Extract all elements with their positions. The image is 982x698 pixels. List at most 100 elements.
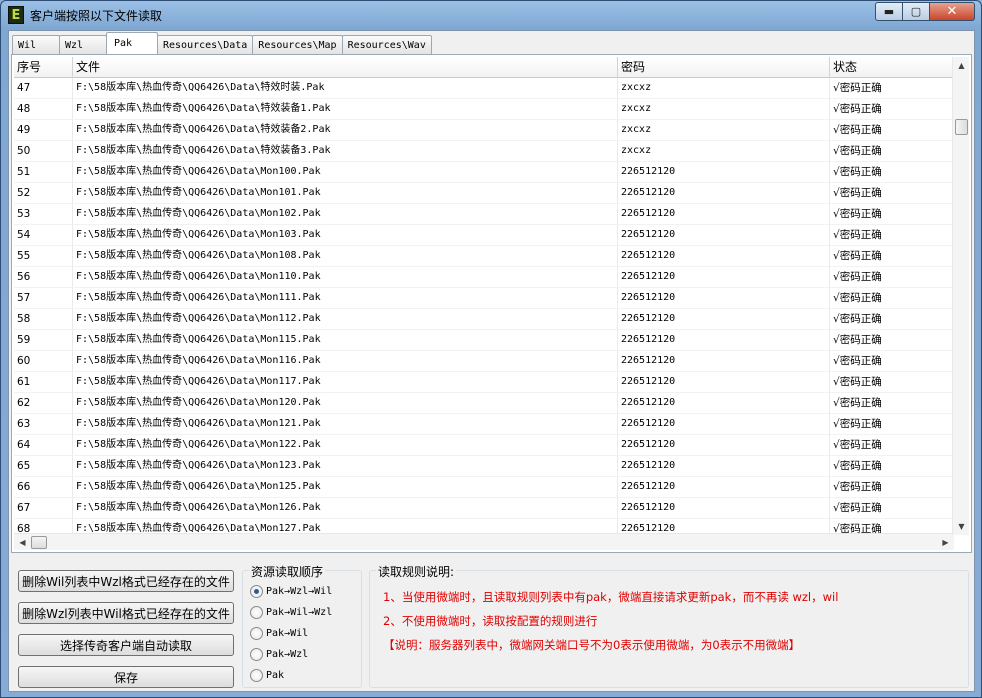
cell-file: F:\58版本库\热血传奇\QQ6426\Data\Mon100.Pak xyxy=(73,162,618,183)
horizontal-scrollbar[interactable]: ◀ ▶ xyxy=(14,533,954,550)
cell-index: 52 xyxy=(14,183,73,204)
table-row[interactable]: 60 F:\58版本库\热血传奇\QQ6426\Data\Mon116.Pak 22… xyxy=(14,351,954,372)
table-row[interactable]: 58 F:\58版本库\热血传奇\QQ6426\Data\Mon112.Pak 22… xyxy=(14,309,954,330)
table-row[interactable]: 54 F:\58版本库\热血传奇\QQ6426\Data\Mon103.Pak 22… xyxy=(14,225,954,246)
cell-status: √密码正确 xyxy=(830,141,954,162)
file-list-table[interactable]: 序号 文件 密码 状态 47 F:\58版本库\热血传奇\QQ6426\Data\… xyxy=(14,57,954,535)
cell-status: √密码正确 xyxy=(830,120,954,141)
cell-password: 226512120 xyxy=(618,498,830,519)
cell-index: 61 xyxy=(14,372,73,393)
window-controls: ▬ ▢ ✕ xyxy=(875,2,975,21)
select-client-auto-read-button[interactable]: 选择传奇客户端自动读取 xyxy=(18,634,234,656)
table-row[interactable]: 61 F:\58版本库\热血传奇\QQ6426\Data\Mon117.Pak 22… xyxy=(14,372,954,393)
radio-button-icon[interactable] xyxy=(250,584,263,598)
cell-index: 65 xyxy=(14,456,73,477)
scroll-up-icon[interactable]: ▲ xyxy=(953,57,970,74)
table-row[interactable]: 63 F:\58版本库\热血传奇\QQ6426\Data\Mon121.Pak 22… xyxy=(14,414,954,435)
read-order-option-label: Pak→Wil→Wzl xyxy=(266,606,333,618)
read-order-option[interactable]: Pak→Wil xyxy=(250,625,308,641)
table-row[interactable]: 66 F:\58版本库\热血传奇\QQ6426\Data\Mon125.Pak 22… xyxy=(14,477,954,498)
table-row[interactable]: 64 F:\58版本库\热血传奇\QQ6426\Data\Mon122.Pak 22… xyxy=(14,435,954,456)
window-title: 客户端按照以下文件读取 xyxy=(30,8,163,23)
cell-index: 53 xyxy=(14,204,73,225)
column-header-file[interactable]: 文件 xyxy=(73,57,618,78)
title-bar[interactable]: E 客户端按照以下文件读取 ▬ ▢ ✕ xyxy=(1,1,981,29)
tab-resources-wav[interactable]: Resources\Wav xyxy=(341,35,432,54)
scroll-down-icon[interactable]: ▼ xyxy=(953,518,970,535)
cell-password: 226512120 xyxy=(618,267,830,288)
app-icon: E xyxy=(8,6,24,24)
cell-file: F:\58版本库\热血传奇\QQ6426\Data\Mon122.Pak xyxy=(73,435,618,456)
horizontal-scroll-thumb[interactable] xyxy=(31,536,47,549)
cell-index: 59 xyxy=(14,330,73,351)
minimize-icon: ▬ xyxy=(883,5,895,18)
read-order-option[interactable]: Pak→Wil→Wzl xyxy=(250,604,332,620)
cell-index: 47 xyxy=(14,78,73,99)
cell-status: √密码正确 xyxy=(830,477,954,498)
scroll-left-icon[interactable]: ◀ xyxy=(14,534,31,551)
radio-button-icon[interactable] xyxy=(250,647,263,661)
read-order-option[interactable]: Pak→Wzl xyxy=(250,646,308,662)
table-row[interactable]: 65 F:\58版本库\热血传奇\QQ6426\Data\Mon123.Pak 22… xyxy=(14,456,954,477)
table-row[interactable]: 47 F:\58版本库\热血传奇\QQ6426\Data\特效时装.Pak zxcx… xyxy=(14,78,954,99)
table-row[interactable]: 67 F:\58版本库\热血传奇\QQ6426\Data\Mon126.Pak 22… xyxy=(14,498,954,519)
tab-resources-data[interactable]: Resources\Data xyxy=(157,35,254,54)
cell-file: F:\58版本库\热血传奇\QQ6426\Data\Mon121.Pak xyxy=(73,414,618,435)
table-row[interactable]: 57 F:\58版本库\热血传奇\QQ6426\Data\Mon111.Pak 22… xyxy=(14,288,954,309)
cell-password: 226512120 xyxy=(618,393,830,414)
delete-wil-duplicates-button[interactable]: 删除Wil列表中Wzl格式已经存在的文件 xyxy=(18,570,234,592)
cell-status: √密码正确 xyxy=(830,351,954,372)
cell-password: 226512120 xyxy=(618,309,830,330)
cell-status: √密码正确 xyxy=(830,78,954,99)
vertical-scroll-thumb[interactable] xyxy=(955,119,968,135)
cell-file: F:\58版本库\热血传奇\QQ6426\Data\Mon116.Pak xyxy=(73,351,618,372)
read-order-option[interactable]: Pak xyxy=(250,667,284,683)
vertical-scrollbar[interactable]: ▲ ▼ xyxy=(952,57,969,535)
tab-wil[interactable]: Wil xyxy=(12,35,60,54)
tab-resources-map[interactable]: Resources\Map xyxy=(252,35,343,54)
table-row[interactable]: 49 F:\58版本库\热血传奇\QQ6426\Data\特效装备2.Pak zxc… xyxy=(14,120,954,141)
radio-button-icon[interactable] xyxy=(250,668,263,682)
column-header-password[interactable]: 密码 xyxy=(618,57,830,78)
tab-pak[interactable]: Pak xyxy=(106,32,158,54)
cell-index: 49 xyxy=(14,120,73,141)
cell-file: F:\58版本库\热血传奇\QQ6426\Data\Mon125.Pak xyxy=(73,477,618,498)
cell-index: 67 xyxy=(14,498,73,519)
table-row[interactable]: 53 F:\58版本库\热血传奇\QQ6426\Data\Mon102.Pak 22… xyxy=(14,204,954,225)
cell-status: √密码正确 xyxy=(830,267,954,288)
table-header: 序号 文件 密码 状态 xyxy=(14,57,954,78)
table-row[interactable]: 48 F:\58版本库\热血传奇\QQ6426\Data\特效装备1.Pak zxc… xyxy=(14,99,954,120)
table-row[interactable]: 52 F:\58版本库\热血传奇\QQ6426\Data\Mon101.Pak 22… xyxy=(14,183,954,204)
maximize-button[interactable]: ▢ xyxy=(903,2,930,21)
read-order-option[interactable]: Pak→Wzl→Wil xyxy=(250,583,332,599)
cell-password: 226512120 xyxy=(618,456,830,477)
close-button[interactable]: ✕ xyxy=(930,2,975,21)
minimize-button[interactable]: ▬ xyxy=(875,2,903,21)
table-row[interactable]: 59 F:\58版本库\热血传奇\QQ6426\Data\Mon115.Pak 22… xyxy=(14,330,954,351)
column-header-index[interactable]: 序号 xyxy=(14,57,73,78)
rule-note-2: 2、不使用微端时，读取按配置的规则进行 xyxy=(383,614,598,628)
cell-file: F:\58版本库\热血传奇\QQ6426\Data\特效时装.Pak xyxy=(73,78,618,99)
table-row[interactable]: 50 F:\58版本库\热血传奇\QQ6426\Data\特效装备3.Pak zxc… xyxy=(14,141,954,162)
column-header-status[interactable]: 状态 xyxy=(830,57,954,78)
delete-wzl-duplicates-button[interactable]: 删除Wzl列表中Wil格式已经存在的文件 xyxy=(18,602,234,624)
cell-index: 57 xyxy=(14,288,73,309)
radio-button-icon[interactable] xyxy=(250,605,263,619)
cell-password: 226512120 xyxy=(618,372,830,393)
table-row[interactable]: 55 F:\58版本库\热血传奇\QQ6426\Data\Mon108.Pak 22… xyxy=(14,246,954,267)
table-row[interactable]: 62 F:\58版本库\热血传奇\QQ6426\Data\Mon120.Pak 22… xyxy=(14,393,954,414)
maximize-icon: ▢ xyxy=(910,5,922,18)
cell-index: 60 xyxy=(14,351,73,372)
radio-button-icon[interactable] xyxy=(250,626,263,640)
scroll-right-icon[interactable]: ▶ xyxy=(937,534,954,551)
cell-password: 226512120 xyxy=(618,162,830,183)
table-row[interactable]: 51 F:\58版本库\热血传奇\QQ6426\Data\Mon100.Pak 22… xyxy=(14,162,954,183)
cell-status: √密码正确 xyxy=(830,393,954,414)
cell-status: √密码正确 xyxy=(830,330,954,351)
cell-password: 226512120 xyxy=(618,183,830,204)
cell-index: 55 xyxy=(14,246,73,267)
tab-wzl[interactable]: Wzl xyxy=(59,35,107,54)
cell-file: F:\58版本库\热血传奇\QQ6426\Data\Mon115.Pak xyxy=(73,330,618,351)
table-row[interactable]: 56 F:\58版本库\热血传奇\QQ6426\Data\Mon110.Pak 22… xyxy=(14,267,954,288)
save-button[interactable]: 保存 xyxy=(18,666,234,688)
